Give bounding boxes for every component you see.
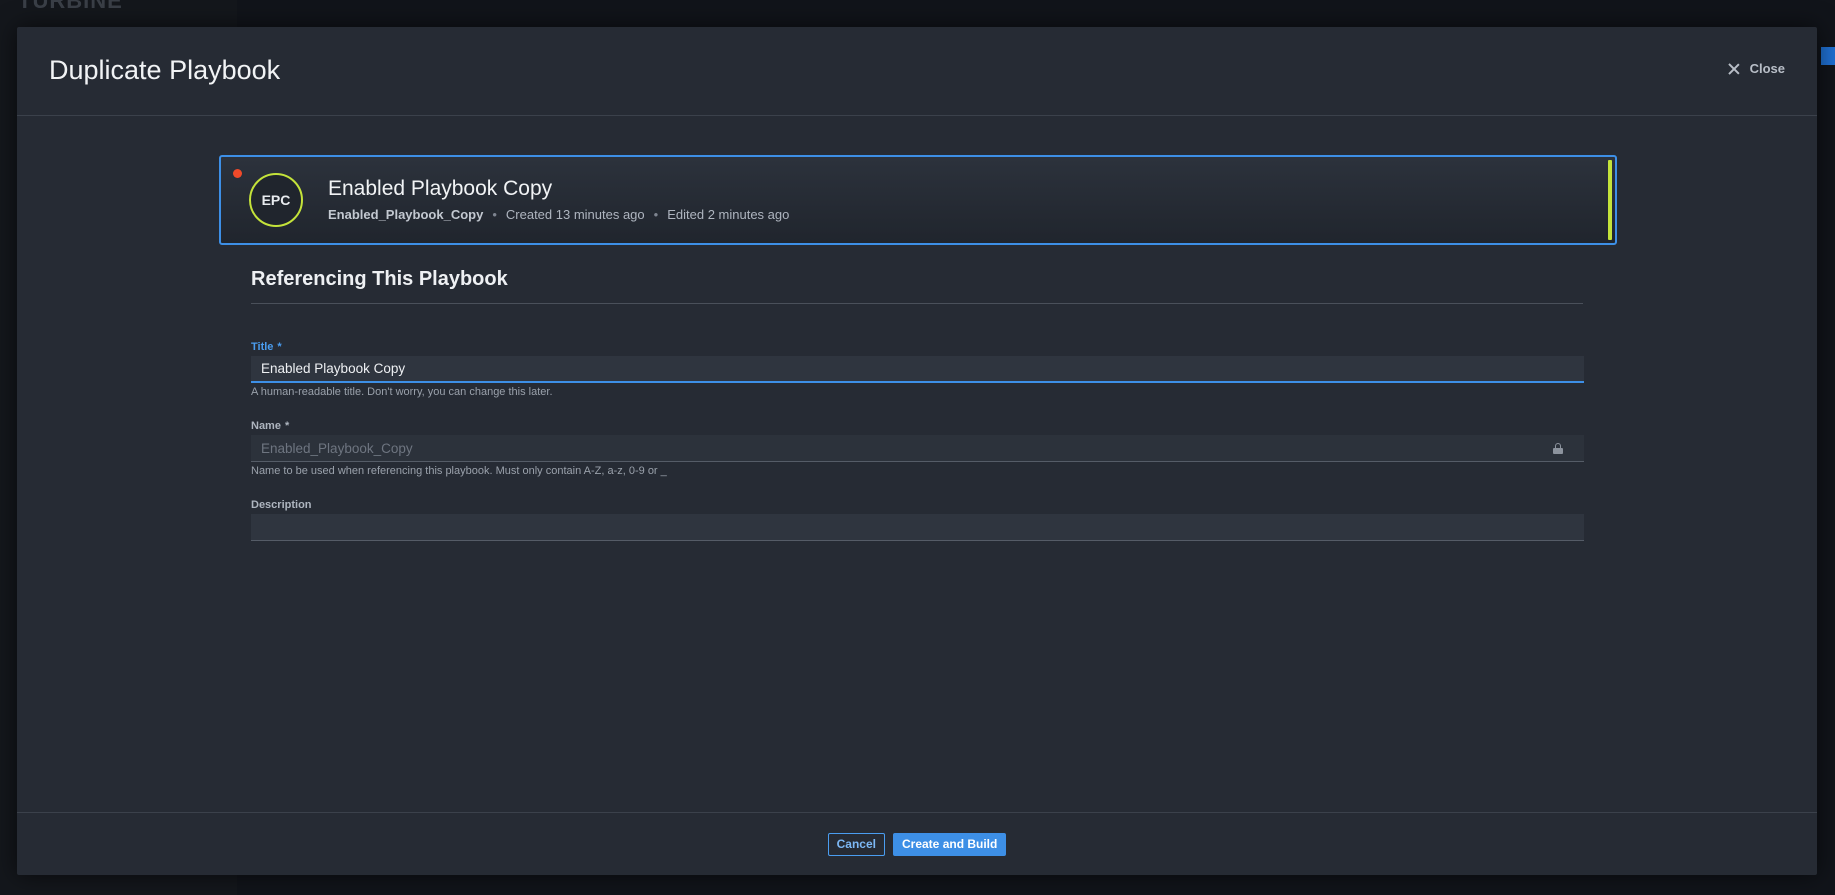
name-label-text: Name (251, 420, 281, 432)
name-input (251, 435, 1584, 462)
playbook-avatar: EPC (249, 173, 303, 227)
modal-footer: Cancel Create and Build (17, 812, 1817, 875)
name-label: Name * (251, 420, 289, 432)
title-label: Title * (251, 341, 282, 353)
modal-header: Duplicate Playbook Close (17, 27, 1817, 116)
status-dot (233, 169, 242, 178)
required-mark: * (277, 341, 282, 353)
playbook-card-name: Enabled_Playbook_Copy (328, 207, 484, 222)
cancel-button[interactable]: Cancel (827, 832, 885, 856)
playbook-card-meta: Enabled_Playbook_Copy • Created 13 minut… (328, 207, 789, 222)
title-help-text: A human-readable title. Don't worry, you… (251, 386, 553, 398)
section-divider (251, 303, 1583, 304)
meta-separator: • (492, 207, 497, 222)
title-input[interactable] (251, 356, 1584, 383)
playbook-created: Created 13 minutes ago (505, 207, 645, 222)
title-label-text: Title (251, 341, 274, 353)
required-mark: * (284, 420, 290, 432)
close-button[interactable]: Close (1728, 61, 1785, 76)
description-input[interactable] (251, 514, 1584, 541)
section-title: Referencing This Playbook (251, 268, 508, 290)
name-help-text: Name to be used when referencing this pl… (251, 465, 667, 477)
close-icon (1728, 63, 1740, 75)
playbook-card: EPC Enabled Playbook Copy Enabled_Playbo… (219, 155, 1617, 245)
playbook-accent-bar (1608, 160, 1612, 240)
playbook-edited: Edited 2 minutes ago (667, 207, 790, 222)
close-label: Close (1749, 61, 1785, 76)
modal-title: Duplicate Playbook (49, 55, 281, 85)
description-label: Description (251, 499, 312, 511)
background-logo: TURBINE (18, 0, 123, 13)
playbook-card-title: Enabled Playbook Copy (328, 177, 553, 200)
create-and-build-button[interactable]: Create and Build (893, 832, 1007, 856)
lock-icon (1553, 443, 1563, 454)
meta-separator: • (653, 207, 659, 222)
background-accent (1821, 47, 1835, 65)
